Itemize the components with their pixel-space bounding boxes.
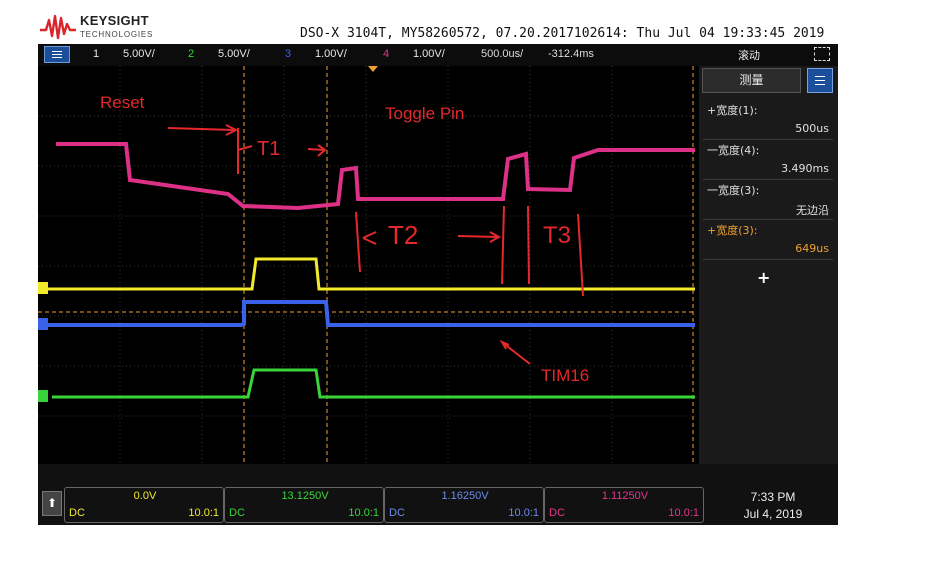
measurement-item[interactable]: 一宽度(4): 3.490ms xyxy=(703,142,833,180)
channel-4-scale[interactable]: 1.00V/ xyxy=(413,48,445,60)
channel-1-label[interactable]: 1 xyxy=(93,48,99,60)
bottom-bar: ⬆ 0.0V DC 10.0:1 13.1250V DC 10.0:1 1.16… xyxy=(38,464,838,525)
channel-offset: 0.0V xyxy=(133,490,157,502)
channel-3-info[interactable]: 1.16250V DC 10.0:1 xyxy=(384,487,544,523)
channel-coupling: DC xyxy=(549,507,565,519)
window-title: DSO-X 3104T, MY58260572, 07.20.201710261… xyxy=(300,26,825,41)
t3-label: T3 xyxy=(543,222,572,249)
markup xyxy=(167,124,584,365)
channel-3-trace xyxy=(42,300,695,327)
clock-date: Jul 4, 2019 xyxy=(743,507,803,521)
channel-1-marker xyxy=(38,282,48,294)
divider xyxy=(703,259,833,260)
channel-offset: 1.11250V xyxy=(601,490,649,502)
menu-icon[interactable] xyxy=(44,46,70,63)
channel-1-info[interactable]: 0.0V DC 10.0:1 xyxy=(64,487,224,523)
measurement-name: +宽度(1): xyxy=(707,104,758,117)
channel-probe: 10.0:1 xyxy=(508,507,539,519)
measurement-name: 一宽度(4): xyxy=(707,144,760,157)
measurement-value: 649us xyxy=(795,242,829,255)
channel-2-trace xyxy=(52,368,695,399)
tim16-label: TIM16 xyxy=(541,366,590,385)
panel-menu-icon[interactable] xyxy=(807,68,833,93)
channel-3-marker xyxy=(38,318,48,330)
channel-probe: 10.0:1 xyxy=(188,507,219,519)
divider xyxy=(703,179,833,180)
cursor-icon[interactable] xyxy=(814,47,830,61)
channel-coupling: DC xyxy=(389,507,405,519)
clock-time: 7:33 PM xyxy=(750,490,796,504)
measurement-item[interactable]: +宽度(1): 500us xyxy=(703,102,833,140)
channel-3-label[interactable]: 3 xyxy=(285,48,291,60)
t1-arrow-right xyxy=(307,144,327,157)
keysight-wave-icon xyxy=(40,14,76,40)
channel-2-scale[interactable]: 5.00V/ xyxy=(218,48,250,60)
channel-4-trace xyxy=(56,142,695,211)
measurement-panel: 测量 +宽度(1): 500us 一宽度(4): 3.490ms 一宽度(3):… xyxy=(699,66,838,464)
toggle-pin-label: Toggle Pin xyxy=(385,104,465,123)
tim16-arrow xyxy=(499,339,531,365)
channel-coupling: DC xyxy=(69,507,85,519)
channel-4-label[interactable]: 4 xyxy=(383,48,389,60)
add-measurement-button[interactable]: + xyxy=(757,268,770,287)
channel-1-scale[interactable]: 5.00V/ xyxy=(123,48,155,60)
measurement-value: 500us xyxy=(795,122,829,135)
channel-probe: 10.0:1 xyxy=(668,507,699,519)
measurement-name: 一宽度(3): xyxy=(707,184,760,197)
divider xyxy=(703,219,833,220)
trigger-marker xyxy=(368,66,378,72)
measurement-item[interactable]: 一宽度(3): 无边沿 xyxy=(703,182,833,220)
measurement-value: 3.490ms xyxy=(781,162,829,175)
graticule-grid xyxy=(38,66,695,464)
channel-2-label[interactable]: 2 xyxy=(188,48,194,60)
divider xyxy=(703,139,833,140)
brand-name: KEYSIGHT xyxy=(80,13,149,28)
reset-label: Reset xyxy=(100,93,145,112)
measurement-value: 无边沿 xyxy=(796,204,829,217)
clock: 7:33 PM Jul 4, 2019 xyxy=(713,489,833,523)
keysight-logo: KEYSIGHT TECHNOLOGIES xyxy=(40,12,170,42)
measurement-name: +宽度(3): xyxy=(707,224,758,237)
t3-marks xyxy=(501,205,584,297)
channel-4-info[interactable]: 1.11250V DC 10.0:1 xyxy=(544,487,704,523)
channel-2-info[interactable]: 13.1250V DC 10.0:1 xyxy=(224,487,384,523)
t2-label: T2 xyxy=(388,220,419,250)
t1-bracket-left xyxy=(237,128,253,174)
channel-markers xyxy=(38,282,48,402)
acquisition-mode[interactable]: 滚动 xyxy=(738,47,760,63)
t1-label: T1 xyxy=(257,138,281,160)
brand-subtitle: TECHNOLOGIES xyxy=(80,30,154,39)
t2-arrow xyxy=(457,231,502,243)
up-arrow-icon[interactable]: ⬆ xyxy=(42,491,62,516)
waveform-display[interactable] xyxy=(38,66,695,464)
time-delay[interactable]: -312.4ms xyxy=(548,48,594,60)
channel-3-scale[interactable]: 1.00V/ xyxy=(315,48,347,60)
channel-probe: 10.0:1 xyxy=(348,507,379,519)
channel-2-marker xyxy=(38,390,48,402)
channel-offset: 1.16250V xyxy=(441,490,489,502)
timebase-scale[interactable]: 500.0us/ xyxy=(481,48,523,60)
oscilloscope-screen: 1 5.00V/ 2 5.00V/ 3 1.00V/ 4 1.00V/ 500.… xyxy=(38,44,838,525)
tab-measure[interactable]: 测量 xyxy=(702,68,801,93)
channel-coupling: DC xyxy=(229,507,245,519)
channel-offset: 13.1250V xyxy=(281,490,329,502)
measurement-item[interactable]: +宽度(3): 649us xyxy=(703,222,833,260)
status-bar: 1 5.00V/ 2 5.00V/ 3 1.00V/ 4 1.00V/ 500.… xyxy=(38,44,838,66)
